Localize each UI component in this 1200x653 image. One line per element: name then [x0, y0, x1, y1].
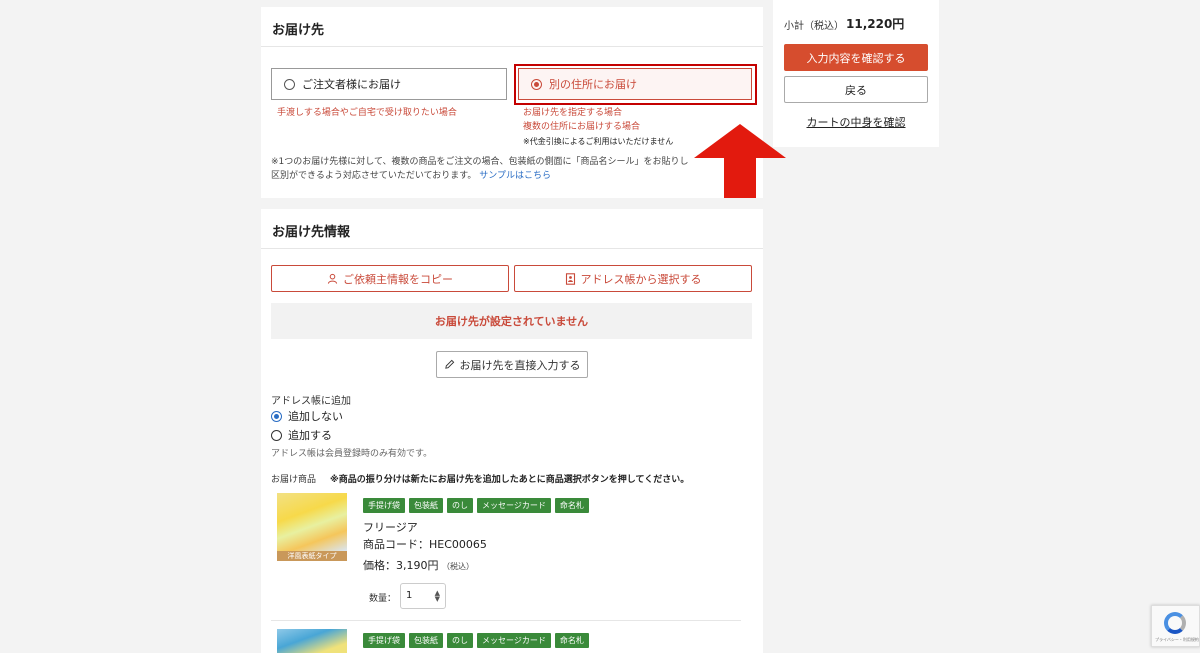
product-image	[277, 493, 347, 551]
note-other-2: 複数の住所にお届けする場合	[523, 122, 641, 132]
address-book-hint: アドレス帳は会員登録時のみ有効です。	[271, 449, 433, 459]
sample-link[interactable]: サンプルはこちら	[479, 171, 551, 181]
view-cart-link[interactable]: カートの中身を確認	[773, 114, 939, 130]
updown-icon: ▲ ▼	[434, 589, 440, 603]
product-tags: 手提げ袋 包装紙 のし メッセージカード 命名札	[363, 498, 589, 513]
tag-name-tag: 命名札	[554, 498, 589, 513]
product-tags-2: 手提げ袋 包装紙 のし メッセージカード 命名札	[363, 633, 589, 648]
tag-noshi: のし	[447, 498, 473, 513]
radio-add[interactable]: 追加する	[271, 427, 332, 443]
delivery-title: お届け先	[261, 7, 763, 47]
product-divider	[271, 620, 741, 621]
subtotal-label: 小計（税込）	[784, 21, 844, 32]
recaptcha-text: プライバシー・利用規約	[1155, 637, 1199, 642]
radio-add-label: 追加する	[288, 429, 332, 442]
subtotal-value: 11,220円	[846, 17, 905, 31]
tag-message-card: メッセージカード	[477, 498, 551, 513]
delivery-info-panel: お届け先情報 ご依頼主情報をコピー アドレス帳から選択する お届け先が設定されて…	[261, 209, 763, 653]
product-image-tag: 洋風表紙タイプ	[277, 551, 347, 561]
tag-bag: 手提げ袋	[363, 498, 405, 513]
note-self: 手渡しする場合やご自宅で受け取りたい場合	[277, 108, 457, 118]
delivery-info-title: お届け先情報	[261, 209, 763, 249]
quantity-select[interactable]: 1 ▲ ▼	[400, 583, 446, 609]
delivery-panel: お届け先 ご注文者様にお届け 別の住所にお届け 手渡しする場合やご自宅で受け取り…	[261, 7, 763, 198]
pencil-icon	[444, 359, 454, 369]
tag-message-card: メッセージカード	[477, 633, 551, 648]
goods-label: お届け商品	[271, 475, 317, 485]
label-sticker-text-2: 区別ができるよう対応させていただいております。	[271, 171, 477, 181]
product-price: 価格：3,190円 （税込）	[363, 557, 474, 573]
note-other-1: お届け先を指定する場合	[523, 108, 623, 118]
option-self-label: ご注文者様にお届け	[302, 78, 401, 91]
label-sticker-text: ※1つのお届け先様に対して、複数の商品をご注文の場合、包装紙の側面に「商品名シー…	[271, 157, 689, 167]
note-other-3: ※代金引換によるご利用はいただけません	[523, 137, 674, 146]
option-self-delivery[interactable]: ご注文者様にお届け	[271, 68, 507, 100]
quantity-label: 数量：	[369, 594, 397, 604]
product-code: 商品コード：HEC00065	[363, 538, 487, 551]
product-name: フリージア	[363, 521, 418, 534]
recaptcha-icon	[1164, 612, 1186, 634]
radio-checked-icon	[271, 410, 282, 422]
no-destination-message: お届け先が設定されていません	[271, 303, 752, 339]
user-icon	[327, 273, 338, 284]
confirm-input-button[interactable]: 入力内容を確認する	[784, 44, 928, 71]
address-book-icon	[565, 272, 575, 285]
product-price-value: 価格：3,190円	[363, 559, 439, 572]
quantity-value: 1	[406, 590, 413, 601]
address-book-add-label: アドレス帳に追加	[271, 396, 351, 407]
tag-bag: 手提げ袋	[363, 633, 405, 648]
product-image-2	[277, 629, 347, 653]
direct-input-label: お届け先を直接入力する	[459, 358, 581, 372]
copy-requester-button[interactable]: ご依頼主情報をコピー	[271, 265, 509, 292]
direct-input-button[interactable]: お届け先を直接入力する	[436, 351, 588, 378]
radio-no-add[interactable]: 追加しない	[271, 408, 343, 424]
radio-no-add-label: 追加しない	[288, 410, 343, 423]
copy-requester-label: ご依頼主情報をコピー	[343, 272, 453, 286]
address-book-label: アドレス帳から選択する	[580, 272, 702, 286]
radio-unchecked-icon	[284, 78, 295, 90]
back-button[interactable]: 戻る	[784, 76, 928, 103]
order-summary-panel: 小計（税込） 11,220円 入力内容を確認する 戻る カートの中身を確認	[773, 0, 939, 147]
address-book-button[interactable]: アドレス帳から選択する	[514, 265, 752, 292]
goods-note: ※商品の振り分けは新たにお届け先を追加したあとに商品選択ボタンを押してください。	[330, 475, 690, 485]
tag-noshi: のし	[447, 633, 473, 648]
tag-wrapping: 包装紙	[409, 498, 443, 513]
recaptcha-badge[interactable]: プライバシー・利用規約	[1151, 605, 1200, 647]
highlight-box	[514, 64, 757, 105]
tag-name-tag: 命名札	[554, 633, 589, 648]
tag-wrapping: 包装紙	[409, 633, 443, 648]
product-price-tax: （税込）	[442, 562, 474, 571]
label-sticker-note: ※1つのお届け先様に対して、複数の商品をご注文の場合、包装紙の側面に「商品名シー…	[271, 155, 751, 183]
radio-unchecked-icon	[271, 429, 282, 441]
